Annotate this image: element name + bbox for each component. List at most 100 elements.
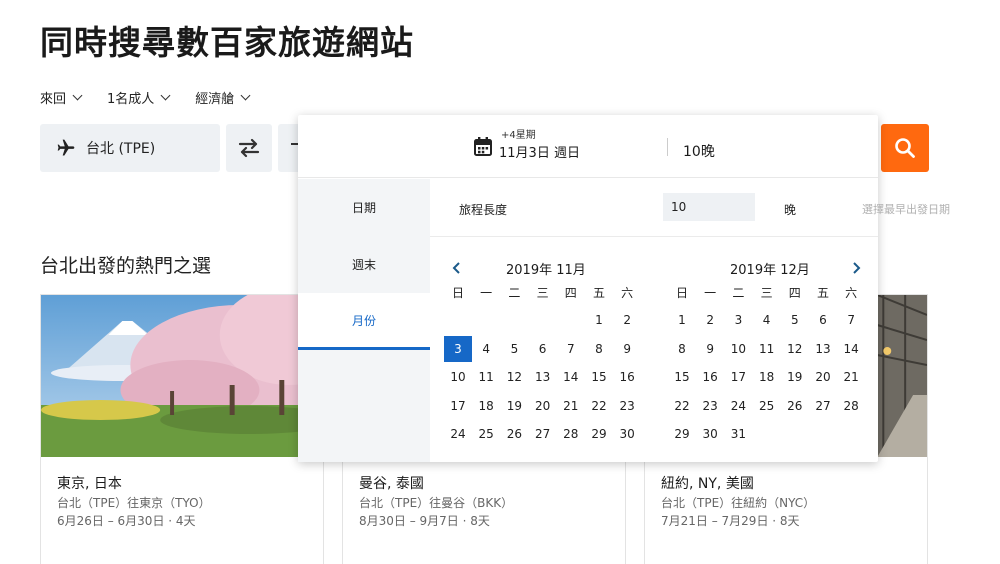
start-date[interactable]: 11月3日 週日 [499, 142, 580, 161]
calendar-day[interactable]: 24 [724, 399, 752, 413]
calendar-day[interactable]: 29 [668, 427, 696, 441]
weekday-header: 六 [845, 286, 858, 300]
calendar-day[interactable]: 30 [613, 427, 641, 441]
calendar-day[interactable]: 5 [500, 342, 528, 356]
calendar-day[interactable]: 22 [585, 399, 613, 413]
calendar-day[interactable]: 13 [529, 370, 557, 384]
chevron-down-icon [160, 90, 171, 101]
weekday-header: 三 [760, 286, 773, 300]
calendar-day[interactable]: 28 [837, 399, 865, 413]
card-city: 東京, 日本 [57, 476, 122, 492]
calendar-day[interactable]: 10 [444, 370, 472, 384]
tab-weekend[interactable]: 週末 [298, 236, 430, 293]
calendar-day[interactable]: 23 [696, 399, 724, 413]
calendar-day[interactable]: 20 [529, 399, 557, 413]
earliest-date-hint: 選擇最早出發日期 [862, 203, 950, 216]
calendar-day[interactable]: 28 [557, 427, 585, 441]
calendar-day[interactable]: 18 [753, 370, 781, 384]
calendar-day[interactable]: 18 [472, 399, 500, 413]
page-title: 同時搜尋數百家旅遊網站 [40, 23, 414, 62]
calendar-day[interactable]: 6 [529, 342, 557, 356]
calendar-day[interactable]: 14 [557, 370, 585, 384]
calendar-day[interactable]: 2 [613, 313, 641, 327]
prev-month-chevron-icon[interactable] [450, 261, 464, 275]
travelers-dropdown[interactable]: 1名成人 [107, 88, 171, 107]
card-dates: 6月26日 – 6月30日 · 4天 [57, 514, 196, 528]
tab-month[interactable]: 月份 [298, 293, 430, 350]
calendar-day[interactable]: 15 [668, 370, 696, 384]
calendar-day[interactable]: 27 [529, 427, 557, 441]
trip-options: 來回 1名成人 經濟艙 [40, 88, 275, 107]
calendar-day[interactable]: 12 [500, 370, 528, 384]
calendar-day[interactable]: 26 [500, 427, 528, 441]
calendar-day[interactable]: 10 [724, 342, 752, 356]
origin-field[interactable]: 台北 (TPE) [40, 124, 220, 172]
calendar-day[interactable]: 21 [557, 399, 585, 413]
weekday-header: 日 [675, 286, 688, 300]
calendar-icon [474, 137, 492, 156]
weekday-header: 日 [451, 286, 464, 300]
weekday-header: 六 [621, 286, 634, 300]
selected-day[interactable]: 3 [444, 335, 472, 362]
calendar-day[interactable]: 16 [696, 370, 724, 384]
calendar-day[interactable]: 2 [696, 313, 724, 327]
calendar-day[interactable]: 8 [585, 342, 613, 356]
calendar-day[interactable]: 29 [585, 427, 613, 441]
calendar-day[interactable]: 26 [781, 399, 809, 413]
card-route: 台北（TPE）往紐約（NYC） [661, 496, 816, 510]
weekday-header: 四 [564, 286, 577, 300]
calendar-day[interactable]: 1 [585, 313, 613, 327]
calendar-day[interactable]: 12 [781, 342, 809, 356]
calendar-day[interactable]: 15 [585, 370, 613, 384]
cabin-class-dropdown[interactable]: 經濟艙 [195, 88, 251, 107]
calendar-day[interactable]: 3 [724, 313, 752, 327]
calendar-day[interactable]: 7 [837, 313, 865, 327]
weekday-header: 一 [480, 286, 493, 300]
calendar-day[interactable]: 31 [724, 427, 752, 441]
calendar-day[interactable]: 6 [809, 313, 837, 327]
cabin-class-label: 經濟艙 [195, 92, 235, 107]
calendar-day[interactable]: 4 [472, 342, 500, 356]
calendar-day[interactable]: 7 [557, 342, 585, 356]
calendar-day[interactable]: 20 [809, 370, 837, 384]
next-month-chevron-icon[interactable] [849, 261, 863, 275]
calendar-day[interactable]: 16 [613, 370, 641, 384]
search-button[interactable] [881, 124, 929, 172]
calendar-day[interactable]: 9 [696, 342, 724, 356]
calendar-day[interactable]: 19 [781, 370, 809, 384]
month-title-dec: 2019年 12月 [730, 263, 810, 278]
calendar-day[interactable]: 25 [753, 399, 781, 413]
calendar-day[interactable]: 4 [753, 313, 781, 327]
calendar-day[interactable]: 25 [472, 427, 500, 441]
destination-card-tokyo[interactable]: 東京, 日本 台北（TPE）往東京（TYO） 6月26日 – 6月30日 · 4… [40, 285, 359, 564]
calendar-day[interactable]: 24 [444, 427, 472, 441]
trip-length-label: 旅程長度 [459, 203, 508, 217]
calendar-day[interactable]: 8 [668, 342, 696, 356]
calendar-day[interactable]: 11 [753, 342, 781, 356]
date-mode-tabs: 日期 週末 月份 [298, 179, 430, 462]
date-picker-header: +4星期 11月3日 週日 10晚 [298, 115, 878, 178]
trip-length-row: 旅程長度 晚 選擇最早出發日期 [430, 179, 950, 237]
calendar-day[interactable]: 17 [724, 370, 752, 384]
calendar-day[interactable]: 5 [781, 313, 809, 327]
calendar-day[interactable]: 17 [444, 399, 472, 413]
nights-display[interactable]: 10晚 [683, 141, 715, 161]
tab-date[interactable]: 日期 [298, 179, 430, 236]
calendar-day[interactable]: 21 [837, 370, 865, 384]
date-picker-popup: +4星期 11月3日 週日 10晚 日期 週末 月份 旅程長度 晚 選擇最早出發… [298, 115, 950, 462]
calendar-day[interactable]: 23 [613, 399, 641, 413]
calendar-day[interactable]: 9 [613, 342, 641, 356]
trip-length-input[interactable] [663, 193, 755, 221]
calendar-day[interactable]: 30 [696, 427, 724, 441]
trip-type-dropdown[interactable]: 來回 [40, 88, 83, 107]
calendar-day[interactable]: 13 [809, 342, 837, 356]
calendar-day[interactable]: 22 [668, 399, 696, 413]
swap-button[interactable] [226, 124, 272, 172]
calendar-day[interactable]: 19 [500, 399, 528, 413]
month-title-nov: 2019年 11月 [506, 263, 586, 278]
section-title: 台北出發的熱門之選 [40, 255, 212, 277]
calendar-day[interactable]: 27 [809, 399, 837, 413]
calendar-day[interactable]: 11 [472, 370, 500, 384]
calendar-day[interactable]: 14 [837, 342, 865, 356]
calendar-day[interactable]: 1 [668, 313, 696, 327]
